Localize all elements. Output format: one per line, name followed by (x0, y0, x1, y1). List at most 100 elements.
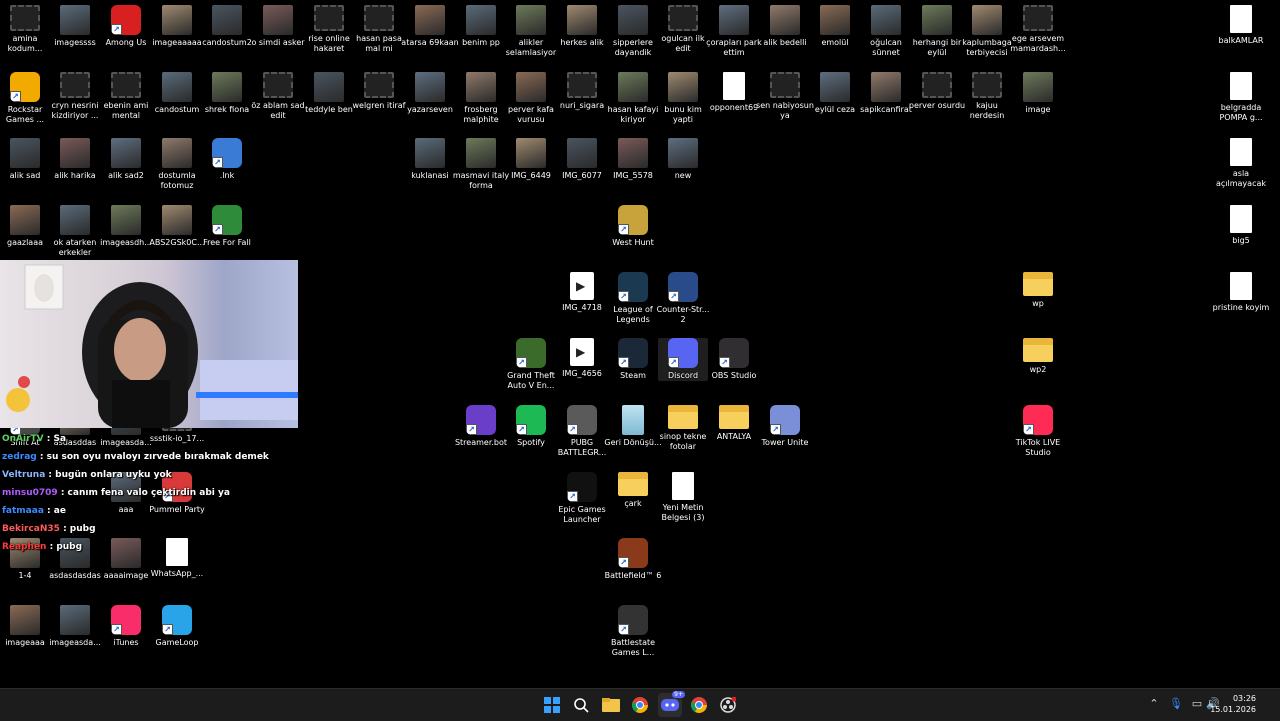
desktop-icon-tower-unite[interactable]: ↗ Tower Unite (760, 405, 810, 448)
desktop-icon-balkamlar[interactable]: balkAMLAR (1216, 5, 1266, 46)
desktop-icon-big5[interactable]: big5 (1216, 205, 1266, 246)
desktop-icon-sinop-tekne-fotolar[interactable]: sinop tekne fotolar (658, 405, 708, 452)
desktop-icon-bunu-kim-yapti[interactable]: bunu kim yapti (658, 72, 708, 125)
desktop-icon-antalya[interactable]: ANTALYA (709, 405, 759, 442)
desktop-icon-pubg-battlegr[interactable]: ↗ PUBG BATTLEGR... (557, 405, 607, 458)
desktop-icon-wp2[interactable]: wp2 (1013, 338, 1063, 375)
desktop-icon-alik-bedelli[interactable]: alik bedelli (760, 5, 810, 48)
desktop-icon-shrek-fiona[interactable]: shrek fiona (202, 72, 252, 115)
discord-taskbar-icon[interactable]: 9+ (658, 691, 685, 717)
desktop-icon-opponent69[interactable]: opponent69 (709, 72, 759, 113)
desktop-icon-o-ulcan-s-nnet[interactable]: oğulcan sünnet (861, 5, 911, 58)
desktop-icon-alik-sad[interactable]: alik sad (0, 138, 50, 181)
desktop-icon-imageasdh[interactable]: imageasdh... (100, 205, 152, 248)
desktop-icon-frosberg-malphite[interactable]: frosberg malphite (456, 72, 506, 125)
desktop-icon-wp[interactable]: wp (1013, 272, 1063, 309)
desktop-icon-ok-atarken-erkekler[interactable]: ok atarken erkekler (50, 205, 100, 258)
desktop-icon-pristine-koyim[interactable]: pristine koyim (1213, 272, 1269, 313)
desktop-icon-among-us[interactable]: ↗ Among Us (101, 5, 151, 48)
obs-taskbar-icon[interactable] (716, 693, 740, 717)
desktop-icon-epic-games-launcher[interactable]: ↗ Epic Games Launcher (557, 472, 607, 525)
desktop-icon-battlefield-6[interactable]: ↗ Battlefield™ 6 (605, 538, 661, 581)
desktop-icon-imageaaa[interactable]: imageaaa (0, 605, 50, 648)
desktop-icon-perver-kafa-vurusu[interactable]: perver kafa vurusu (506, 72, 556, 125)
desktop-icon-itunes[interactable]: ↗ iTunes (101, 605, 151, 648)
desktop-icon-alikler-selamlasiyor[interactable]: alikler selamlasiyor (506, 5, 556, 58)
desktop-icon-rise-online-hakaret[interactable]: rise online hakaret (304, 5, 354, 54)
desktop-icon-perver-osurdu[interactable]: perver osurdu (909, 72, 965, 111)
desktop-icon-abs2gsk0c[interactable]: ABS2GSk0C... (149, 205, 205, 248)
desktop-icon-grand-theft-auto-v-en[interactable]: ↗ Grand Theft Auto V En... (506, 338, 556, 391)
chrome-icon[interactable] (628, 693, 652, 717)
desktop-icon-atarsa-69kaan[interactable]: atarsa 69kaan (401, 5, 459, 48)
desktop-icon-belgradda-pompa-g[interactable]: belgradda POMPA g... (1216, 72, 1266, 123)
desktop-icon-ark[interactable]: çark (608, 472, 658, 509)
desktop-icon-free-for-fall[interactable]: ↗ Free For Fall (202, 205, 252, 248)
desktop-icon-z-ablam-sad-edit[interactable]: öz ablam sad edit (251, 72, 305, 121)
desktop-icon-img-4656[interactable]: ▶ IMG_4656 (557, 338, 607, 379)
desktop-icon-discord[interactable]: ↗ Discord (658, 338, 708, 381)
desktop-icon-ogulcan-ilk-edit[interactable]: ogulcan ilk edit (658, 5, 708, 54)
desktop-icon-candostum2[interactable]: candostum2 (202, 5, 252, 48)
desktop-icon-masmavi-italy-forma[interactable]: masmavi italy forma (453, 138, 509, 191)
desktop-icon-gaazlaaa[interactable]: gaazlaaa (0, 205, 50, 248)
desktop-icon-yazarseven[interactable]: yazarseven (405, 72, 455, 115)
desktop-icon-dostumla-fotomuz[interactable]: dostumla fotomuz (152, 138, 202, 191)
desktop-icon-sapikcanfirat[interactable]: sapikcanfirat (860, 72, 912, 115)
desktop-icon-kajuu-nerdesin[interactable]: kajuu nerdesin (962, 72, 1012, 121)
desktop-icon-o-simdi-asker[interactable]: o simdi asker (251, 5, 305, 48)
desktop-icon-spotify[interactable]: ↗ Spotify (506, 405, 556, 448)
desktop-icon-img-6449[interactable]: IMG_6449 (506, 138, 556, 181)
desktop-icon-hasan-pasa-mal-mi[interactable]: hasan pasa mal mi (354, 5, 404, 54)
desktop-icon-ege-arsevem-mamardash[interactable]: ege arsevem mamardash... (1010, 5, 1066, 54)
display-icon[interactable]: ▭ (1189, 697, 1205, 713)
chevron-up-icon[interactable]: ⌃ (1146, 697, 1162, 713)
clock[interactable]: 03:26 15.01.2026 (1210, 693, 1256, 715)
desktop-icon-imageaaaaa[interactable]: imageaaaaa (152, 5, 202, 48)
windows-start-icon[interactable] (540, 693, 564, 717)
desktop-icon-emol-l[interactable]: emolül (810, 5, 860, 48)
desktop-icon-kaplumbaga-terbiyecisi[interactable]: kaplumbaga terbiyecisi (962, 5, 1012, 58)
desktop-icon-new[interactable]: new (658, 138, 708, 181)
desktop-icon-battlestate-games-l[interactable]: ↗ Battlestate Games L... (608, 605, 658, 658)
desktop-icon-imagessss[interactable]: imagessss (50, 5, 100, 48)
desktop-icon-herkes-alik[interactable]: herkes alik (557, 5, 607, 48)
desktop-icon-nuri-sigara[interactable]: nuri_sigara (557, 72, 607, 111)
desktop-icon-kuklanasi[interactable]: kuklanasi (405, 138, 455, 181)
chrome-profile-icon[interactable] (687, 693, 711, 717)
desktop-icon-imageasda[interactable]: imageasda... (49, 605, 101, 648)
microphone-icon[interactable]: 🎙 (1168, 697, 1184, 713)
desktop-icon-league-of-legends[interactable]: ↗ League of Legends (608, 272, 658, 325)
desktop-icon-gameloop[interactable]: ↗ GameLoop (152, 605, 202, 648)
desktop-icon-alik-sad2[interactable]: alik sad2 (101, 138, 151, 181)
desktop-icon-geri-d-n[interactable]: Geri Dönüşü... (604, 405, 662, 448)
desktop-icon-ebenin-ami-mental[interactable]: ebenin ami mental (101, 72, 151, 121)
desktop-icon-lnk[interactable]: ↗ .lnk (202, 138, 252, 181)
desktop-icon-img-6077[interactable]: IMG_6077 (557, 138, 607, 181)
desktop-icon-asla-a-lmayacak[interactable]: asla açılmayacak (1216, 138, 1266, 189)
search-icon[interactable] (569, 693, 593, 717)
desktop-icon-counter-str-2[interactable]: ↗ Counter-Str... 2 (657, 272, 709, 325)
desktop-icon-eyl-l-ceza[interactable]: eylül ceza (810, 72, 860, 115)
desktop-icon-hasan-kafayi-kiriyor[interactable]: hasan kafayi kiriyor (608, 72, 658, 125)
desktop-icon-oraplar-park-ettim[interactable]: çorapları park ettim (706, 5, 762, 58)
desktop-icon-tiktok-live-studio[interactable]: ↗ TikTok LIVE Studio (1013, 405, 1063, 458)
desktop-icon-alik-harika[interactable]: alik harika (50, 138, 100, 181)
desktop-icon-img-4718[interactable]: ▶ IMG_4718 (557, 272, 607, 313)
desktop-icon-rockstar-games[interactable]: ↗ Rockstar Games ... (0, 72, 50, 125)
desktop-icon-obs-studio[interactable]: ↗ OBS Studio (709, 338, 759, 381)
desktop-icon-cryn-nesrini-kizdiriyor[interactable]: cryn nesrini kizdiriyor ... (50, 72, 100, 121)
desktop-icon-yeni-metin-belgesi-3[interactable]: Yeni Metin Belgesi (3) (658, 472, 708, 523)
desktop-icon-image[interactable]: image (1013, 72, 1063, 115)
desktop-icon-herhangi-bir-eyl-l[interactable]: herhangi bir eylül (912, 5, 962, 58)
desktop-icon-candostum[interactable]: candostum (152, 72, 202, 115)
desktop-icon-img-5578[interactable]: IMG_5578 (608, 138, 658, 181)
desktop-icon-benim-pp[interactable]: benim pp (456, 5, 506, 48)
desktop-icon-teddyle-ben[interactable]: teddyle ben (304, 72, 354, 115)
desktop-icon-west-hunt[interactable]: ↗ West Hunt (608, 205, 658, 248)
desktop-icon-steam[interactable]: ↗ Steam (608, 338, 658, 381)
desktop-icon-sipperlere-dayandik[interactable]: sipperlere dayandik (608, 5, 658, 58)
desktop-icon-welgren-itiraf[interactable]: welgren itiraf (352, 72, 406, 111)
desktop-icon-streamer-bot[interactable]: ↗ Streamer.bot (455, 405, 507, 448)
desktop-icon-amina-kodum[interactable]: amina kodum... (0, 5, 50, 54)
